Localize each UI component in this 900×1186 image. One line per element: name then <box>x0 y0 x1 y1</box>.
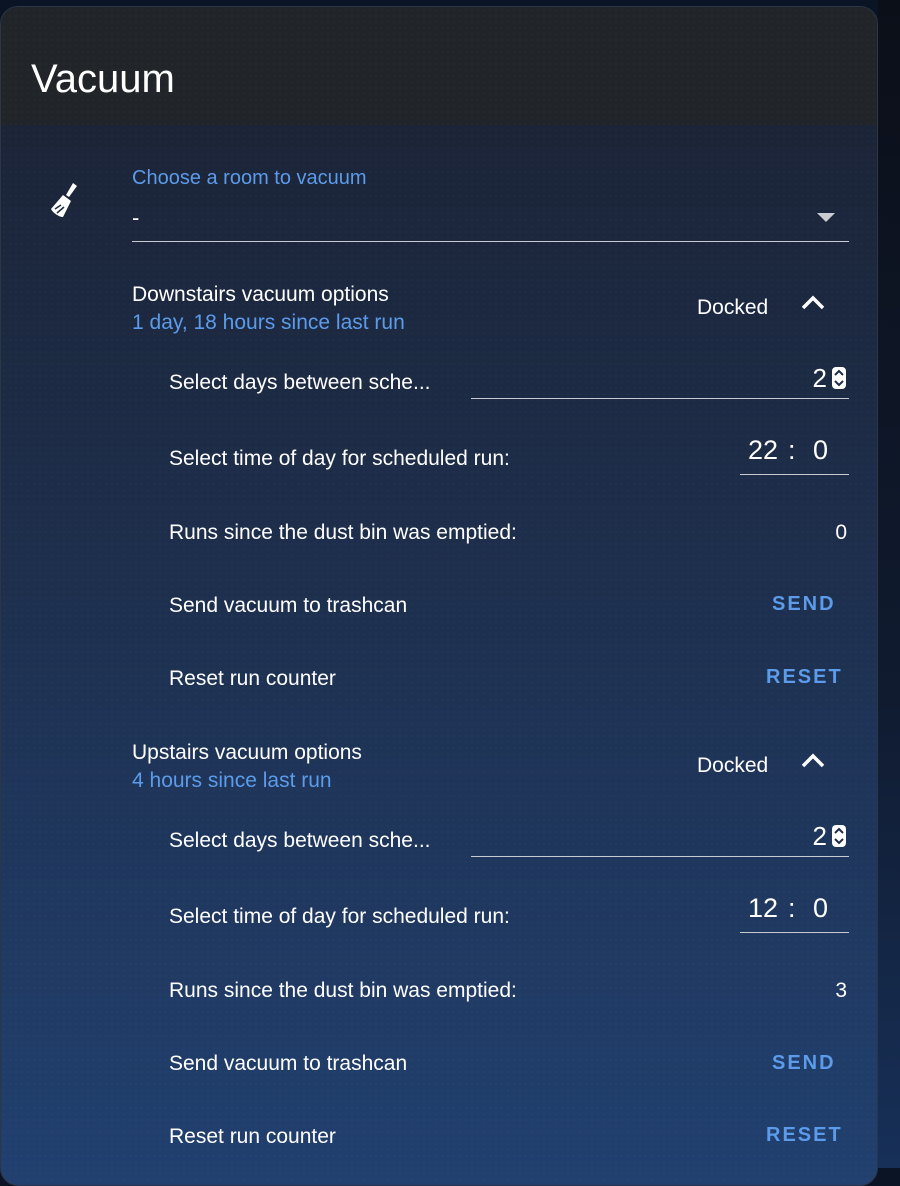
reset-button[interactable]: RESET <box>766 1124 843 1147</box>
spinner-icon[interactable] <box>832 825 846 847</box>
runs-since-label: Runs since the dust bin was emptied: <box>169 979 517 1002</box>
time-separator: : <box>788 435 796 465</box>
chevron-up-icon[interactable] <box>800 751 826 769</box>
time-minute[interactable]: 0 <box>813 435 828 466</box>
card-header: Vacuum <box>1 7 877 125</box>
section-state-downstairs: Docked <box>697 296 769 319</box>
reset-counter-label: Reset run counter <box>169 1125 336 1148</box>
send-trashcan-label: Send vacuum to trashcan <box>169 594 408 617</box>
time-minute[interactable]: 0 <box>813 893 828 924</box>
days-between-value[interactable]: 2 <box>813 821 827 852</box>
time-hour[interactable]: 22 <box>748 435 778 466</box>
reset-button[interactable]: RESET <box>766 666 843 689</box>
runs-since-label: Runs since the dust bin was emptied: <box>169 521 517 544</box>
room-select-label: Choose a room to vacuum <box>132 167 367 189</box>
reset-counter-label: Reset run counter <box>169 667 336 690</box>
section-title-downstairs[interactable]: Downstairs vacuum options <box>132 283 389 307</box>
time-of-day-input[interactable]: 22 : 0 <box>740 431 849 475</box>
send-button[interactable]: SEND <box>772 593 836 616</box>
days-between-value[interactable]: 2 <box>813 363 827 394</box>
room-select-value[interactable]: - <box>132 205 139 231</box>
days-between-input[interactable]: 2 <box>471 357 849 399</box>
days-between-label: Select days between sche... <box>169 829 431 852</box>
send-trashcan-label: Send vacuum to trashcan <box>169 1052 408 1075</box>
section-title-upstairs[interactable]: Upstairs vacuum options <box>132 741 362 765</box>
time-of-day-label: Select time of day for scheduled run: <box>169 447 510 470</box>
section-last-run-upstairs: 4 hours since last run <box>132 769 332 792</box>
background-strip <box>878 0 900 1168</box>
card-title: Vacuum <box>31 57 175 101</box>
vacuum-card: Vacuum Choose a room to vacuum - Downsta… <box>0 6 878 1186</box>
time-of-day-label: Select time of day for scheduled run: <box>169 905 510 928</box>
time-hour[interactable]: 12 <box>748 893 778 924</box>
days-between-input[interactable]: 2 <box>471 815 849 857</box>
time-separator: : <box>788 893 796 923</box>
dropdown-arrow-icon[interactable] <box>817 213 835 222</box>
send-button[interactable]: SEND <box>772 1052 836 1075</box>
time-of-day-input[interactable]: 12 : 0 <box>740 889 849 933</box>
spinner-icon[interactable] <box>832 367 846 389</box>
room-select-underline <box>132 241 849 242</box>
section-state-upstairs: Docked <box>697 754 769 777</box>
section-last-run-downstairs: 1 day, 18 hours since last run <box>132 311 405 334</box>
runs-since-value: 0 <box>835 521 847 544</box>
runs-since-value: 3 <box>835 979 847 1002</box>
days-between-label: Select days between sche... <box>169 371 431 394</box>
chevron-up-icon[interactable] <box>800 293 826 311</box>
broom-icon <box>51 183 77 217</box>
